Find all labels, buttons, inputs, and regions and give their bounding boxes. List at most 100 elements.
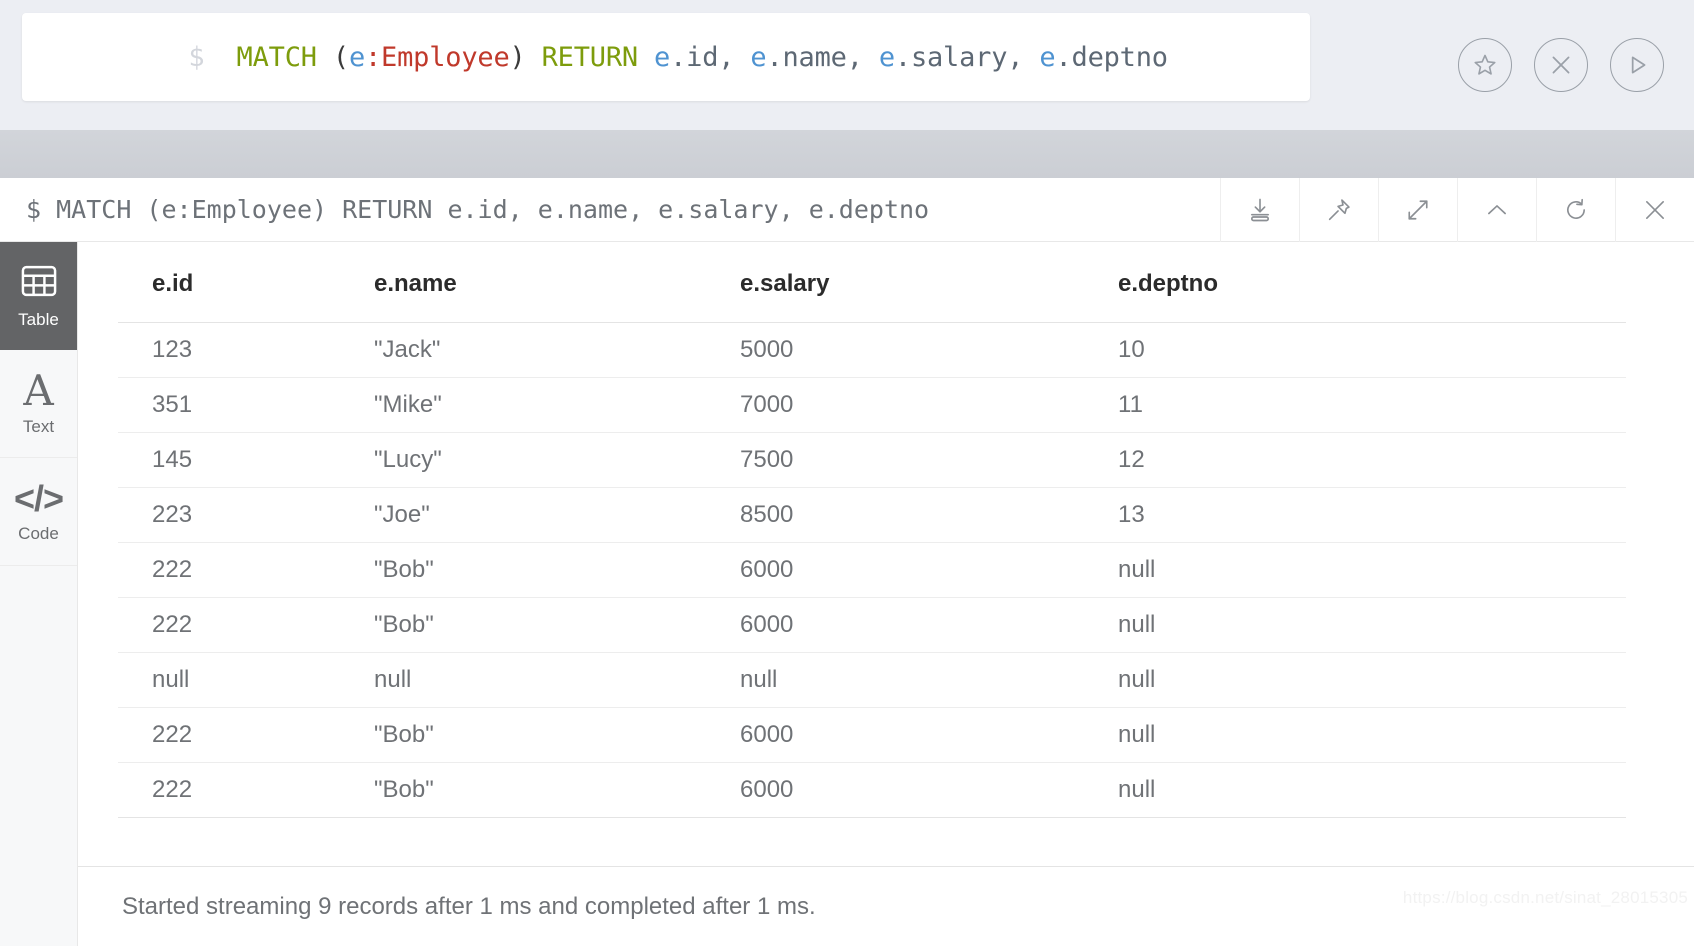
table-cell: "Bob": [374, 597, 740, 653]
table-cell: 6000: [740, 597, 1118, 653]
query-token: .name,: [766, 41, 879, 73]
table-cell: 222: [118, 597, 374, 653]
query-token: ): [509, 41, 526, 73]
table-cell: 222: [118, 542, 374, 598]
table-cell: 7000: [740, 377, 1118, 433]
table-row: 145 "Lucy" 7500 12: [118, 432, 1626, 488]
query-token: e: [1039, 41, 1056, 73]
table-cell: 123: [118, 322, 374, 378]
table-cell: 10: [1118, 322, 1626, 378]
close-icon: [1641, 196, 1669, 224]
frame-body: Table A Text </> Code e.id e.name e.sala…: [0, 242, 1694, 946]
query-code: $ MATCH (e:Employee) RETURN e.id, e.name…: [22, 13, 1168, 101]
table-cell: 6000: [740, 707, 1118, 763]
fullscreen-button[interactable]: [1378, 177, 1457, 242]
query-editor-bar: $ MATCH (e:Employee) RETURN e.id, e.name…: [0, 0, 1694, 130]
frame-query-value: MATCH (e:Employee) RETURN e.id, e.name, …: [56, 195, 930, 224]
sidebar-item-table[interactable]: Table: [0, 242, 77, 350]
table-cell: 12: [1118, 432, 1626, 488]
editor-frame-separator: [0, 130, 1694, 178]
result-table-wrap: e.id e.name e.salary e.deptno 123 "Jack" 5…: [78, 242, 1694, 818]
table-grid-icon: [20, 264, 58, 303]
query-token: e: [750, 41, 767, 73]
frame-prompt-symbol: $: [26, 195, 42, 224]
table-cell: 222: [118, 707, 374, 763]
query-token: e: [878, 41, 895, 73]
table-cell: "Joe": [374, 487, 740, 543]
table-cell: 7500: [740, 432, 1118, 488]
table-row: 222 "Bob" 6000 null: [118, 542, 1626, 598]
query-token: .salary,: [894, 41, 1040, 73]
table-cell: 13: [1118, 487, 1626, 543]
favorite-button[interactable]: [1458, 38, 1512, 92]
query-text: MATCH (e:Employee) RETURN e.id, e.name, …: [236, 41, 1169, 73]
query-input[interactable]: $ MATCH (e:Employee) RETURN e.id, e.name…: [22, 13, 1310, 101]
table-cell: "Jack": [374, 322, 740, 378]
table-header-row: e.id e.name e.salary e.deptno: [118, 242, 1626, 323]
query-token: :Employee: [365, 41, 510, 73]
table-cell: "Lucy": [374, 432, 740, 488]
table-body: 123 "Jack" 5000 10 351 "Mike" 7000 11 145 "Lucy" 7…: [118, 322, 1626, 818]
table-cell: "Bob": [374, 542, 740, 598]
close-circle-icon: [1548, 52, 1574, 78]
result-frame: $ MATCH (e:Employee) RETURN e.id, e.name…: [0, 177, 1694, 946]
prompt-symbol: $: [188, 41, 205, 73]
download-icon: [1246, 196, 1274, 224]
code-brackets-icon: </>: [13, 478, 64, 519]
table-row: 223 "Joe" 8500 13: [118, 487, 1626, 543]
table-cell: "Mike": [374, 377, 740, 433]
chevron-up-icon: [1483, 196, 1511, 224]
result-area: e.id e.name e.salary e.deptno 123 "Jack" 5…: [78, 242, 1694, 946]
table-cell: 223: [118, 487, 374, 543]
query-token: .id,: [670, 41, 751, 73]
table-row: 351 "Mike" 7000 11: [118, 377, 1626, 433]
table-row: 222 "Bob" 6000 null: [118, 707, 1626, 763]
table-head: e.id e.name e.salary e.deptno: [118, 242, 1626, 323]
table-cell: 222: [118, 762, 374, 818]
collapse-button[interactable]: [1457, 177, 1536, 242]
run-button[interactable]: [1610, 38, 1664, 92]
letter-a-icon: A: [23, 366, 54, 416]
table-cell: 8500: [740, 487, 1118, 543]
table-cell: null: [740, 652, 1118, 708]
column-header-e-salary[interactable]: e.salary: [740, 242, 1118, 323]
table-cell: "Bob": [374, 762, 740, 818]
column-header-e-name[interactable]: e.name: [374, 242, 740, 323]
status-message: Started streaming 9 records after 1 ms a…: [122, 892, 816, 920]
table-cell: null: [1118, 762, 1626, 818]
download-button[interactable]: [1220, 177, 1299, 242]
rerun-button[interactable]: [1536, 177, 1615, 242]
table-row: 123 "Jack" 5000 10: [118, 322, 1626, 378]
table-cell: 6000: [740, 542, 1118, 598]
sidebar-item-code[interactable]: </> Code: [0, 458, 77, 566]
table-cell: 11: [1118, 377, 1626, 433]
query-token: .deptno: [1055, 41, 1168, 73]
query-token: [638, 42, 654, 73]
query-token: e: [654, 41, 671, 73]
view-mode-sidebar: Table A Text </> Code: [0, 242, 78, 946]
sidebar-item-label: Table: [18, 309, 59, 329]
column-header-e-deptno[interactable]: e.deptno: [1118, 242, 1626, 323]
clear-button[interactable]: [1534, 38, 1588, 92]
sidebar-item-label: Code: [18, 524, 59, 543]
column-header-e-id[interactable]: e.id: [118, 242, 374, 323]
table-cell: 6000: [740, 762, 1118, 818]
query-token: [526, 42, 542, 73]
query-token: [317, 42, 333, 73]
close-button[interactable]: [1615, 177, 1694, 242]
table-cell: 351: [118, 377, 374, 433]
table-cell: null: [1118, 597, 1626, 653]
pin-button[interactable]: [1299, 177, 1378, 242]
table-cell: null: [374, 652, 740, 708]
query-token: MATCH: [236, 41, 317, 73]
table-row: null null null null: [118, 652, 1626, 708]
table-cell: 5000: [740, 322, 1118, 378]
table-cell: "Bob": [374, 707, 740, 763]
star-icon: [1472, 52, 1498, 78]
query-token: e: [348, 41, 365, 73]
sidebar-item-text[interactable]: A Text: [0, 350, 77, 458]
table-cell: null: [118, 652, 374, 708]
expand-icon: [1404, 196, 1432, 224]
refresh-icon: [1562, 196, 1590, 224]
table-cell: null: [1118, 707, 1626, 763]
